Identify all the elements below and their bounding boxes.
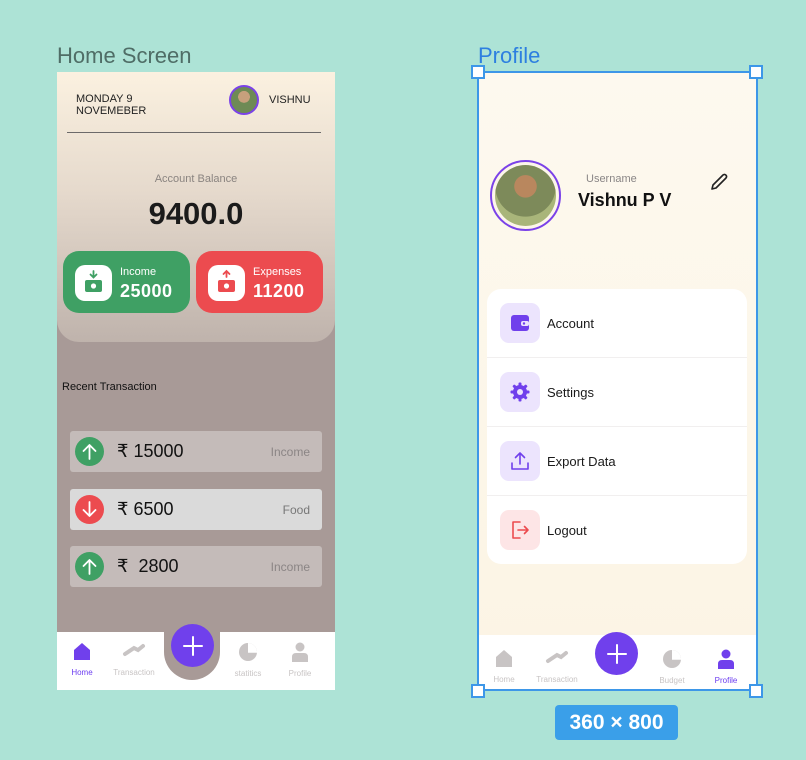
resize-handle-top-left[interactable]	[471, 65, 485, 79]
nav-profile[interactable]: Profile	[698, 649, 754, 685]
menu-item-export-data[interactable]: Export Data	[487, 426, 747, 495]
username-label: Username	[586, 173, 637, 185]
nav-transaction[interactable]: Transaction	[106, 642, 162, 677]
transaction-category: Food	[282, 503, 310, 517]
income-label: Income	[120, 266, 157, 278]
menu-label: Settings	[547, 385, 594, 400]
arrow-up-icon	[75, 552, 104, 581]
balance-label: Account Balance	[154, 173, 238, 185]
expense-upload-icon	[208, 265, 245, 301]
profile-frame-label[interactable]: Profile	[478, 43, 540, 69]
nav-transaction-label: Transaction	[536, 675, 578, 684]
transaction-amount: ₹ 6500	[117, 499, 174, 519]
frame-size-badge: 360 × 800	[555, 705, 678, 740]
income-value: 25000	[120, 281, 173, 301]
add-transaction-button[interactable]	[171, 624, 214, 667]
transaction-row[interactable]: ₹ 15000 Income	[70, 431, 322, 472]
edit-pencil-icon[interactable]	[707, 170, 731, 194]
nav-statistics[interactable]: statitics	[220, 642, 276, 678]
date-day: MONDAY 9	[76, 93, 133, 105]
user-icon	[292, 642, 308, 662]
nav-home[interactable]: Home	[57, 642, 110, 677]
transaction-amount: ₹ 15000	[117, 441, 184, 461]
resize-handle-top-right[interactable]	[749, 65, 763, 79]
nav-profile-label: Profile	[288, 669, 312, 678]
transaction-row[interactable]: ₹ 6500 Food	[70, 489, 322, 530]
profile-menu: Account Settings Export Data Logout	[487, 289, 747, 564]
arrow-down-icon	[75, 495, 104, 524]
transaction-category: Income	[270, 560, 310, 574]
nav-transaction-label: Transaction	[113, 668, 155, 677]
profile-screen-frame: Username Vishnu P V Account Settings Exp	[478, 72, 757, 691]
expense-label: Expenses	[253, 266, 302, 278]
menu-label: Logout	[547, 523, 587, 538]
gear-icon	[500, 372, 540, 412]
menu-item-logout[interactable]: Logout	[487, 495, 747, 564]
nav-statistics-label: statitics	[234, 669, 262, 678]
nav-profile[interactable]: Profile	[272, 642, 328, 678]
transfer-icon	[123, 644, 145, 656]
transaction-category: Income	[270, 445, 310, 459]
avatar[interactable]	[229, 85, 259, 115]
nav-home-label: Home	[493, 675, 515, 684]
income-card[interactable]: Income 25000	[63, 251, 190, 313]
header-divider	[67, 132, 321, 133]
date-display: MONDAY 9 NOVEMEBER	[76, 93, 146, 117]
home-icon	[74, 643, 90, 660]
wallet-icon	[500, 303, 540, 343]
expense-value: 11200	[253, 281, 305, 301]
avatar[interactable]	[490, 160, 561, 231]
transaction-amount: ₹ 2800	[117, 556, 179, 576]
home-icon	[496, 650, 512, 667]
menu-item-account[interactable]: Account	[487, 289, 747, 358]
bottom-nav: Home Transaction statitics Profile	[57, 620, 335, 690]
logout-icon	[500, 510, 540, 550]
date-month: NOVEMEBER	[76, 105, 147, 117]
pie-chart-icon	[663, 650, 681, 668]
resize-handle-bottom-left[interactable]	[471, 684, 485, 698]
expense-card[interactable]: Expenses 11200	[196, 251, 323, 313]
resize-handle-bottom-right[interactable]	[749, 684, 763, 698]
add-transaction-button[interactable]	[595, 632, 638, 675]
home-screen-frame: MONDAY 9 NOVEMEBER VISHNU Account Balanc…	[57, 72, 335, 690]
profile-name: Vishnu P V	[578, 190, 672, 210]
nav-profile-label: Profile	[714, 676, 738, 685]
pie-chart-icon	[239, 643, 257, 661]
user-icon	[718, 649, 734, 669]
nav-budget-label: Budget	[659, 676, 685, 685]
user-name: VISHNU	[269, 94, 311, 106]
nav-home[interactable]: Home	[478, 649, 532, 684]
home-frame-label[interactable]: Home Screen	[57, 43, 192, 69]
nav-budget[interactable]: Budget	[644, 649, 700, 685]
avatar-image	[495, 165, 556, 226]
menu-label: Export Data	[547, 454, 616, 469]
balance-value: 9400.0	[148, 196, 244, 231]
recent-transaction-title: Recent Transaction	[62, 381, 157, 393]
menu-label: Account	[547, 316, 594, 331]
balance-header-card: MONDAY 9 NOVEMEBER VISHNU Account Balanc…	[57, 72, 335, 342]
menu-item-settings[interactable]: Settings	[487, 357, 747, 426]
nav-home-label: Home	[71, 668, 93, 677]
arrow-up-icon	[75, 437, 104, 466]
transaction-row[interactable]: ₹ 2800 Income	[70, 546, 322, 587]
upload-icon	[500, 441, 540, 481]
nav-transaction[interactable]: Transaction	[529, 649, 585, 684]
income-download-icon	[75, 265, 112, 301]
bottom-nav: Home Transaction Budget Profile	[478, 632, 757, 691]
transfer-icon	[546, 651, 568, 663]
